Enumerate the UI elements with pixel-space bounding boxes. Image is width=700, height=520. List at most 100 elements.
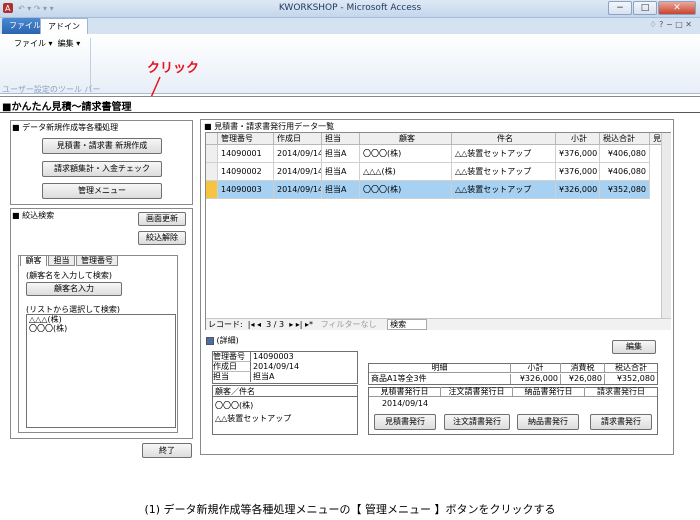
edit-button[interactable]: 編集: [612, 340, 656, 354]
breakdown-item: 商品A1等全3件: [369, 374, 511, 384]
first-record-icon[interactable]: |◂ ◂: [245, 320, 263, 329]
col-staff[interactable]: 担当: [322, 133, 360, 145]
breakdown-col-total: 税込合計: [605, 363, 657, 373]
record-position[interactable]: 3 / 3: [266, 320, 284, 329]
field-value-management-number: 14090003: [253, 352, 294, 361]
detail-subject: △△装置セットアップ: [215, 414, 292, 423]
admin-menu-button[interactable]: 管理メニュー: [42, 183, 162, 199]
col-created-date[interactable]: 作成日: [274, 133, 322, 145]
breakdown-tax: ¥26,080: [561, 374, 605, 384]
row-selector-active[interactable]: [206, 181, 218, 199]
col-total[interactable]: 税込合計: [600, 133, 650, 145]
table-cell: 〇〇〇(株): [360, 145, 452, 163]
col-management-number[interactable]: 管理番号: [218, 133, 274, 145]
quick-access-toolbar[interactable]: A ↶ ▾ ↷ ▾ ▾: [0, 2, 60, 17]
issue-order-button[interactable]: 注文請書発行: [444, 414, 510, 430]
field-label-created-date: 作成日: [213, 362, 251, 372]
table-cell: ¥376,000: [556, 163, 600, 181]
window-controls: − □ ✕: [607, 1, 696, 15]
ribbon-group-label: ユーザー設定のツール バー: [2, 85, 101, 94]
detail-label: (詳細): [206, 335, 239, 346]
maximize-button[interactable]: □: [633, 1, 657, 15]
ribbon-menu: ファイル ▾ 編集 ▾: [14, 38, 80, 49]
table-cell: ¥326,000: [556, 181, 600, 199]
svg-text:A: A: [5, 4, 11, 13]
issue-col-invoice: 請求書発行日: [585, 387, 657, 397]
issue-invoice-button[interactable]: 請求書発行: [590, 414, 652, 430]
svg-text:↶ ▾ ↷ ▾ ▾: ↶ ▾ ↷ ▾ ▾: [17, 4, 54, 13]
title-bar: KWORKSHOP - Microsoft Access: [0, 0, 700, 18]
table-cell: △△装置セットアップ: [452, 145, 556, 163]
menu-edit[interactable]: 編集 ▾: [58, 39, 81, 48]
issue-date-estimate: 2014/09/14: [381, 399, 429, 408]
quick-access-icons[interactable]: A ↶ ▾ ↷ ▾ ▾: [0, 2, 60, 14]
ribbon-right-controls[interactable]: ♢ ? − □ ✕: [649, 20, 692, 29]
vertical-scrollbar[interactable]: [661, 133, 671, 318]
tab-staff[interactable]: 担当: [48, 255, 75, 266]
breakdown-col-tax: 消費税: [561, 363, 605, 373]
table-cell: ¥406,080: [600, 145, 650, 163]
table-cell: ¥376,000: [556, 145, 600, 163]
col-subject[interactable]: 件名: [452, 133, 556, 145]
record-label: レコード:: [208, 320, 243, 329]
clear-filter-button[interactable]: 絞込解除: [138, 231, 186, 245]
col-customer[interactable]: 顧客: [360, 133, 452, 145]
datasheet-label: ■ 見積書・請求書発行用データ一覧: [204, 122, 335, 131]
issue-delivery-button[interactable]: 納品書発行: [517, 414, 579, 430]
exit-button[interactable]: 終了: [142, 443, 192, 458]
table-cell: 担当A: [322, 145, 360, 163]
issue-estimate-button[interactable]: 見積書発行: [374, 414, 436, 430]
issue-col-estimate: 見積書発行日: [369, 387, 441, 397]
divider: [213, 396, 357, 397]
customer-name-input-button[interactable]: 顧客名入力: [26, 282, 122, 296]
customer-list[interactable]: △△△(株) 〇〇〇(株): [26, 314, 176, 428]
next-record-icon[interactable]: ▸ ▸| ▸*: [287, 320, 318, 329]
list-item[interactable]: △△△(株): [27, 315, 175, 324]
table-cell: 担当A: [322, 181, 360, 199]
filter-status[interactable]: フィルターなし: [321, 320, 377, 329]
table-cell: ¥352,080: [600, 181, 650, 199]
search-input[interactable]: 検索: [387, 319, 428, 330]
col-subtotal[interactable]: 小計: [556, 133, 600, 145]
tab-customer[interactable]: 顧客: [20, 255, 47, 266]
menu-file[interactable]: ファイル ▾: [14, 39, 53, 48]
table-cell: 2014/09/14: [274, 181, 322, 199]
figure-caption: (1) データ新規作成等各種処理メニューの【 管理メニュー 】ボタンをクリックす…: [144, 503, 556, 516]
window-title: KWORKSHOP - Microsoft Access: [278, 3, 422, 13]
table-cell: △△△(株): [360, 163, 452, 181]
click-annotation: クリック: [147, 61, 200, 76]
list-item[interactable]: 〇〇〇(株): [27, 324, 175, 333]
issue-col-order: 注文請書発行日: [441, 387, 513, 397]
field-value-created-date: 2014/09/14: [253, 362, 300, 371]
ribbon-tabs: ファイル アドイン: [0, 18, 700, 34]
issue-col-delivery: 納品書発行日: [513, 387, 585, 397]
detail-label-text: (詳細): [216, 336, 239, 345]
table-cell: ¥406,080: [600, 163, 650, 181]
tab-addin[interactable]: アドイン: [40, 18, 88, 34]
process-section-label: ■ データ新規作成等各種処理: [12, 123, 119, 132]
field-label-management-number: 管理番号: [213, 352, 251, 362]
form-title: ■かんたん見積〜請求書管理: [2, 102, 132, 113]
table-cell: 〇〇〇(株): [360, 181, 452, 199]
refresh-button[interactable]: 画面更新: [138, 212, 186, 226]
ribbon-body: [0, 34, 700, 94]
table-cell: △△装置セットアップ: [452, 163, 556, 181]
field-value-staff: 担当A: [253, 372, 275, 381]
table-cell: 14090003: [218, 181, 274, 199]
form-title-divider: [0, 112, 700, 113]
billing-payment-check-button[interactable]: 請求額集計・入金チェック: [42, 161, 162, 177]
breakdown-subtotal: ¥326,000: [511, 374, 561, 384]
row-selector-header: [206, 133, 218, 145]
table-cell: 14090002: [218, 163, 274, 181]
breakdown-total: ¥352,080: [616, 374, 655, 383]
close-button[interactable]: ✕: [658, 1, 696, 15]
row-selector[interactable]: [206, 163, 218, 181]
new-estimate-invoice-button[interactable]: 見積書・請求書 新規作成: [42, 138, 162, 154]
filter-section-label: ■ 絞込検索: [12, 211, 55, 220]
row-selector[interactable]: [206, 145, 218, 163]
breakdown-header: 明細: [369, 363, 511, 373]
table-cell: △△装置セットアップ: [452, 181, 556, 199]
record-navigation: レコード: |◂ ◂ 3 / 3 ▸ ▸| ▸* フィルターなし 検索: [206, 318, 671, 330]
minimize-button[interactable]: −: [608, 1, 632, 15]
tab-management-number[interactable]: 管理番号: [76, 255, 118, 266]
